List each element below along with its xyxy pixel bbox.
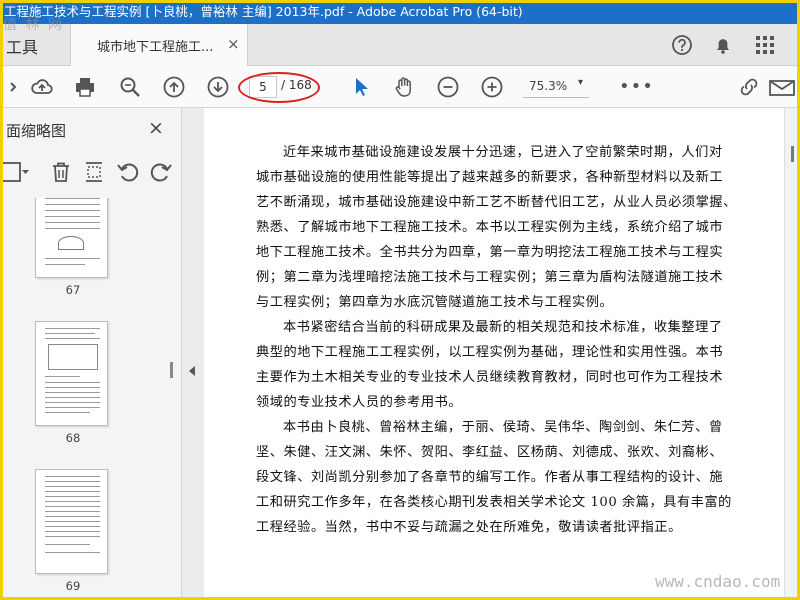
delete-trash-icon[interactable]	[49, 160, 73, 184]
thumbnail-page-number: 69	[65, 579, 81, 593]
share-link-icon[interactable]	[737, 75, 761, 99]
close-icon[interactable]: ×	[227, 35, 240, 53]
thumbnails-panel: 面缩略图 × 67 68 69	[0, 108, 182, 600]
window-titlebar: 工程施工技术与工程实例 [卜良桃，曾裕林 主编] 2013年.pdf - Ado…	[0, 0, 800, 24]
paragraph-line: 熟悉、了解城市地下工程施工技术。本书以工程实例为主线，系统介绍了城市	[256, 220, 724, 235]
sidebar-scrollbar[interactable]	[170, 362, 173, 378]
paragraph-line: 主要作为土木相关专业的专业技术人员继续教育教材，同时也可作为工程技术	[256, 370, 724, 385]
panel-title: 面缩略图	[6, 122, 67, 140]
document-tab-label: 城市地下工程施工...	[97, 40, 214, 55]
collapse-panel-icon[interactable]	[189, 366, 195, 376]
thumbnail-toolbar	[0, 156, 182, 190]
more-tools-icon[interactable]: •••	[619, 76, 654, 97]
paragraph-line: 地下工程施工技术。全书共分为四章，第一章为明挖法工程施工技术与工程实	[256, 245, 724, 260]
zoom-level-value: 75.3%	[529, 79, 568, 93]
page-thumbnail[interactable]	[35, 321, 108, 426]
extract-pages-icon[interactable]	[82, 160, 106, 184]
pdf-page: 近年来城市基础设施建设发展十分迅速，已进入了空前繁荣时期，人们对 城市基础设施的…	[204, 108, 784, 600]
hand-tool-icon[interactable]	[392, 75, 416, 99]
paragraph-line: 工程经验。当然，书中不妥与疏漏之处在所难免，敬请读者批评指正。	[256, 520, 682, 535]
paragraph-line: 领域的专业技术人员的参考用书。	[256, 395, 463, 410]
notification-bell-icon[interactable]	[712, 34, 734, 56]
paragraph-line: 坚、朱健、汪文渊、朱怀、贺阳、李红益、区杨荫、刘德成、张欢、刘裔彬、	[256, 445, 724, 460]
thumbnail-list: 67 68 69	[0, 198, 182, 600]
paragraph-line: 本书紧密结合当前的科研成果及最新的相关规范和技术标准，收集整理了	[283, 320, 723, 335]
paragraph-line: 艺不断涌现，城市基础设施建设中新工艺不断替代旧工艺，从业人员必须掌握、	[256, 195, 737, 210]
page-thumbnail[interactable]	[35, 469, 108, 574]
paragraph-line: 城市基础设施的使用性能等提出了越来越多的新要求，各种新型材料以及新工	[256, 170, 724, 185]
zoom-search-icon[interactable]	[118, 75, 142, 99]
paragraph-line: 例；第二章为浅埋暗挖法施工技术与工程实例；第三章为盾构法隧道施工技术	[256, 270, 724, 285]
paragraph-line: 与工程实例；第四章为水底沉管隧道施工技术与工程实例。	[256, 295, 614, 310]
paragraph-line: 本书由卜良桃、曾裕林主编，于丽、侯琦、吴伟华、陶剑剑、朱仁芳、曾	[283, 420, 723, 435]
watermark-top-left: 值 林 网	[3, 17, 64, 33]
zoom-out-icon[interactable]	[436, 75, 460, 99]
thumbnail-page-number: 67	[65, 283, 81, 297]
scrollbar-thumb[interactable]	[791, 146, 794, 162]
email-icon[interactable]	[768, 75, 798, 99]
rotate-cw-icon[interactable]	[149, 160, 173, 184]
close-icon[interactable]: ×	[148, 117, 164, 139]
thumbnail-page-number: 68	[65, 431, 81, 445]
upload-cloud-icon[interactable]	[30, 75, 54, 99]
document-viewport: 近年来城市基础设施建设发展十分迅速，已进入了空前繁荣时期，人们对 城市基础设施的…	[204, 108, 800, 600]
tab-bar: 工具 城市地下工程施工... ×	[0, 24, 800, 67]
window-title: 工程施工技术与工程实例 [卜良桃，曾裕林 主编] 2013年.pdf - Ado…	[4, 4, 523, 19]
watermark-bottom-right: www.cndao.com	[655, 572, 781, 591]
tab-document[interactable]: 城市地下工程施工... ×	[70, 24, 248, 67]
help-icon[interactable]	[671, 34, 693, 56]
previous-page-icon[interactable]	[162, 75, 186, 99]
chevron-down-icon[interactable]: ▾	[578, 77, 583, 88]
toolbar-overflow-left-icon[interactable]	[2, 75, 17, 99]
options-dropdown[interactable]	[0, 160, 30, 184]
apps-grid-icon[interactable]	[754, 34, 776, 56]
next-page-icon[interactable]	[206, 75, 230, 99]
select-cursor-icon[interactable]	[349, 75, 373, 99]
document-scrollbar[interactable]	[784, 108, 800, 600]
panel-splitter[interactable]	[182, 108, 204, 600]
zoom-in-icon[interactable]	[480, 75, 504, 99]
paragraph-line: 工和研究工作多年，在各类核心期刊发表相关学术论文 100 余篇，具有丰富的	[256, 495, 732, 510]
paragraph-line: 典型的地下工程施工工程实例，以工程实例为基础，理论性和实用性强。本书	[256, 345, 724, 360]
print-icon[interactable]	[73, 75, 97, 99]
rotate-ccw-icon[interactable]	[116, 160, 140, 184]
paragraph-line: 段文锋、刘尚凯分别参加了各章节的编写工作。作者从事工程结构的设计、施	[256, 470, 724, 485]
paragraph-line: 近年来城市基础设施建设发展十分迅速，已进入了空前繁荣时期，人们对	[283, 145, 723, 160]
page-thumbnail[interactable]	[35, 198, 108, 278]
tab-tools[interactable]: 工具	[6, 34, 38, 58]
page-number-highlight	[238, 72, 320, 103]
main-toolbar: 5 / 168 75.3% ▾ •••	[0, 66, 800, 108]
